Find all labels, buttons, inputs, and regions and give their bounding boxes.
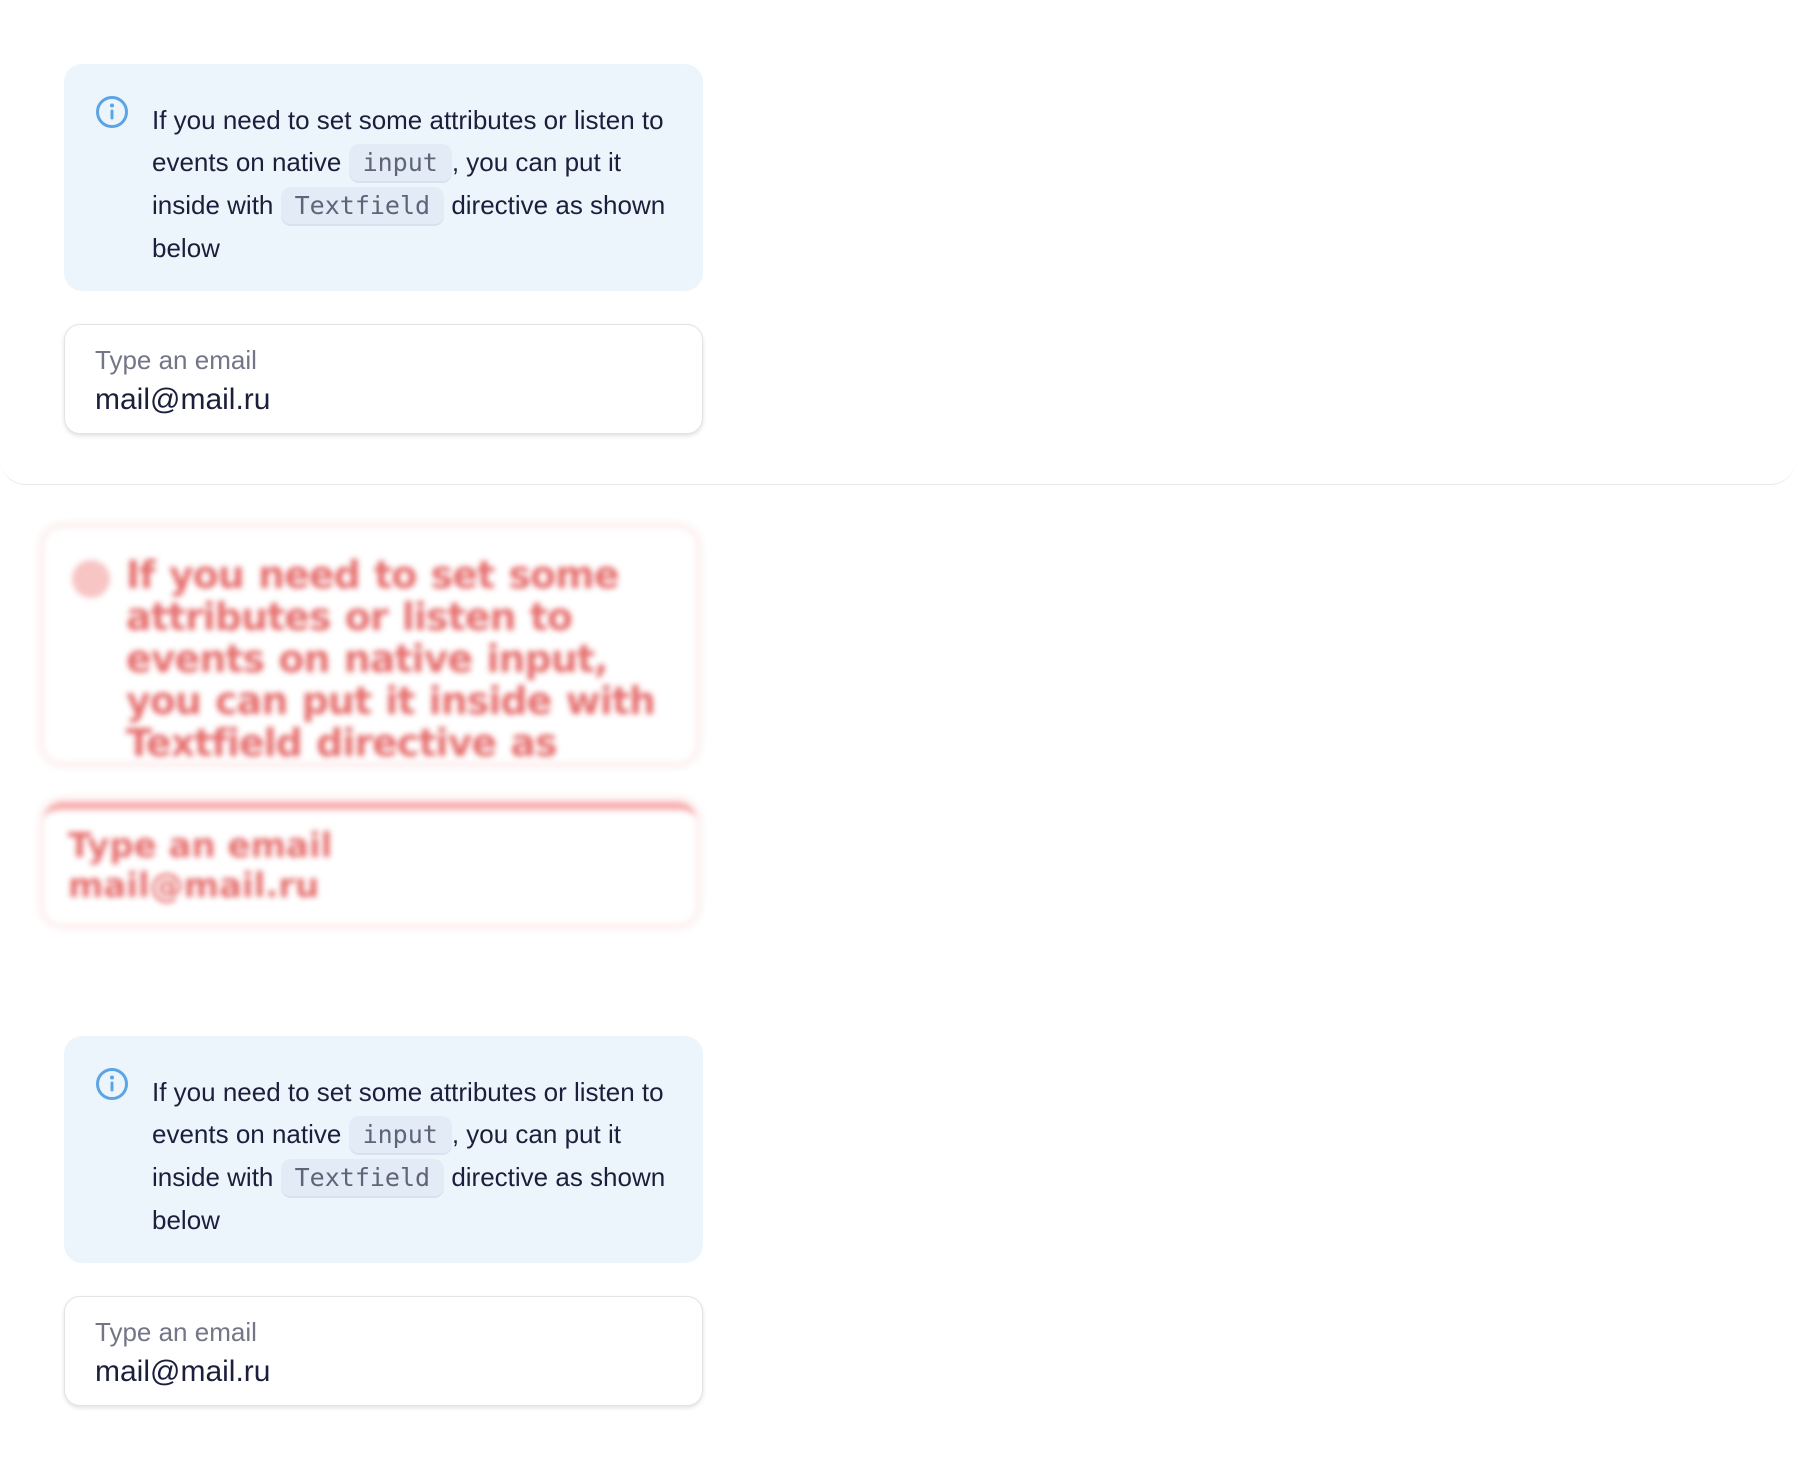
diff-ghost-overlay: If you need to set some attributes or li…: [44, 528, 696, 924]
code-textfield: Textfield: [280, 187, 445, 224]
email-field-label: Type an email: [95, 1317, 257, 1347]
email-field[interactable]: Type an email: [64, 324, 703, 434]
email-input[interactable]: [95, 381, 672, 419]
email-input[interactable]: [95, 1353, 672, 1391]
example-1: If you need to set some attributes or li…: [64, 64, 703, 434]
email-field-label: Type an email: [95, 345, 257, 375]
page: If you need to set some attributes or li…: [0, 0, 1796, 1458]
ghost-info-icon: [72, 560, 110, 598]
code-input: input: [348, 1116, 452, 1153]
ghost-code-input: input: [486, 637, 594, 681]
ghost-code-textfield: Textfield: [126, 721, 303, 762]
ghost-email-label: Type an email: [68, 826, 333, 866]
ghost-email-field: Type an email mail@mail.ru: [44, 802, 696, 924]
email-field[interactable]: Type an email: [64, 1296, 703, 1406]
ghost-email-value: mail@mail.ru: [68, 866, 320, 906]
info-notification: If you need to set some attributes or li…: [64, 64, 703, 291]
code-input: input: [348, 144, 452, 181]
code-textfield: Textfield: [280, 1159, 445, 1196]
info-notification: If you need to set some attributes or li…: [64, 1036, 703, 1263]
example-2: If you need to set some attributes or li…: [64, 1036, 703, 1406]
info-icon: [96, 1068, 128, 1100]
info-icon: [96, 96, 128, 128]
ghost-notification: If you need to set some attributes or li…: [44, 528, 696, 762]
